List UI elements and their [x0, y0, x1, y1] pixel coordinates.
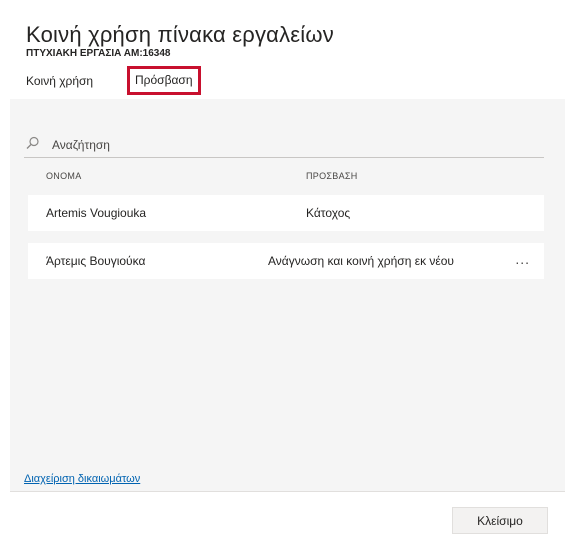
- search-input[interactable]: [52, 135, 532, 155]
- search-box: [24, 135, 544, 158]
- access-panel: ΟΝΟΜΑ ΠΡΟΣΒΑΣΗ Artemis Vougiouka Κάτοχος…: [10, 99, 565, 492]
- column-header-name: ΟΝΟΜΑ: [46, 171, 82, 181]
- table-row[interactable]: Άρτεμις Βουγιούκα Ανάγνωση και κοινή χρή…: [28, 243, 544, 279]
- share-dashboard-dialog: Κοινή χρήση πίνακα εργαλείων ΠΤΥΧΙΑΚΗ ΕΡ…: [0, 0, 565, 537]
- user-name: Artemis Vougiouka: [46, 206, 147, 220]
- footer-divider: [10, 491, 565, 492]
- dialog-subtitle: ΠΤΥΧΙΑΚΗ ΕΡΓΑΣΙΑ ΑΜ:16348: [26, 48, 171, 59]
- dialog-title: Κοινή χρήση πίνακα εργαλείων: [26, 22, 334, 47]
- tab-share[interactable]: Κοινή χρήση: [26, 74, 93, 88]
- column-header-access: ΠΡΟΣΒΑΣΗ: [306, 171, 358, 181]
- tab-access[interactable]: Πρόσβαση: [127, 66, 201, 95]
- search-icon: [26, 136, 40, 150]
- more-options-icon[interactable]: ...: [515, 251, 530, 267]
- access-level: Κάτοχος: [306, 206, 351, 220]
- user-name: Άρτεμις Βουγιούκα: [46, 254, 146, 268]
- close-button[interactable]: Κλείσιμο: [452, 507, 548, 534]
- manage-permissions-link[interactable]: Διαχείριση δικαιωμάτων: [24, 473, 140, 485]
- table-row[interactable]: Artemis Vougiouka Κάτοχος: [28, 195, 544, 231]
- access-level: Ανάγνωση και κοινή χρήση εκ νέου: [268, 254, 454, 268]
